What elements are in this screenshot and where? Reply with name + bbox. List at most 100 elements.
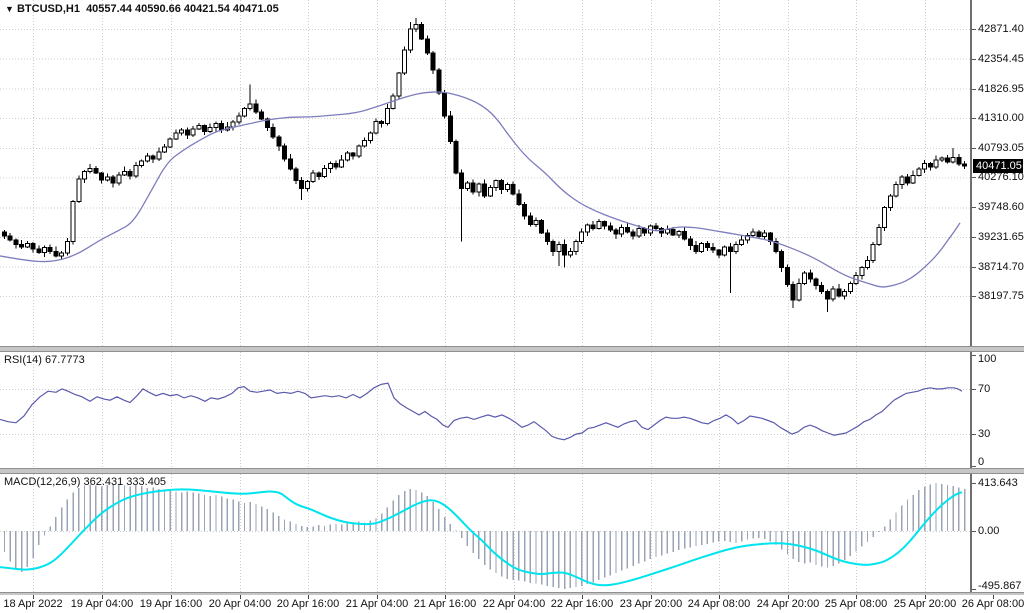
candle-body [654,226,658,228]
time-axis-label: 24 Apr 08:00 [688,598,750,610]
time-axis-label: 18 Apr 2022 [3,598,62,610]
candle-body [694,246,698,252]
candle-body [317,173,321,176]
rsi-axis-tick [972,434,976,435]
macd-axis-label: 413.643 [978,477,1018,489]
candle-body [831,289,835,299]
candle-body [163,147,167,152]
price-axis-tick [972,267,976,268]
macd-axis-tick [972,531,976,532]
candle-body [477,184,481,192]
candle-body [488,187,492,196]
time-axis-label: 19 Apr 04:00 [71,598,133,610]
candle-body [665,230,669,233]
candle-body [528,216,532,225]
candle-body [180,130,184,133]
candle-body [374,122,378,133]
time-axis-label: 20 Apr 04:00 [209,598,271,610]
candle-body [780,251,784,267]
candle-body [888,196,892,207]
candle-body [140,161,144,166]
candle-body [951,158,955,163]
candle-body [934,160,938,167]
candle-body [443,93,447,116]
candle-body [168,139,172,147]
macd-label: MACD(12,26,9) 362.431 333.405 [4,476,166,488]
time-axis-label: 21 Apr 04:00 [346,598,408,610]
candle-body [545,233,549,242]
candle-body [328,163,332,168]
price-axis-label: 38197.75 [978,290,1024,302]
candle-body [31,243,35,249]
time-axis-label: 19 Apr 16:00 [140,598,202,610]
candle-body [83,171,87,178]
time-axis-label: 20 Apr 16:00 [277,598,339,610]
price-axis[interactable]: 42871.4042354.4541826.9541310.0040793.05… [971,0,1024,346]
symbol-name: BTCUSD,H1 [17,3,80,15]
candle-body [625,227,629,232]
rsi-axis-label: 30 [978,428,990,440]
price-axis-tick [972,59,976,60]
candle-body [294,169,298,180]
candle-body [471,183,475,192]
price-axis-label: 42354.45 [978,53,1024,65]
candle-body [283,146,287,159]
candle-body [917,169,921,175]
candle-body [597,222,601,229]
candle-body [637,229,641,236]
candle-body [580,232,584,242]
symbol-dropdown-icon[interactable]: ▼ [5,4,14,14]
candle-body [803,273,807,283]
candle-body [808,273,812,279]
candle-body [117,175,121,183]
candle-body [408,29,412,50]
candle-body [305,182,309,189]
candle-body [688,239,692,246]
rsi-chart-canvas[interactable] [0,352,971,468]
macd-chart-canvas[interactable] [0,474,971,592]
price-axis-tick [972,207,976,208]
candle-body [494,181,498,188]
candle-body [963,164,967,166]
candle-body [203,126,207,132]
time-axis-label: 22 Apr 16:00 [551,598,613,610]
candle-body [568,251,572,254]
candle-body [465,183,469,189]
candle-body [894,185,898,196]
price-axis-tick [972,148,976,149]
ohlc-values: 40557.44 40590.66 40421.54 40471.05 [86,3,279,15]
candle-body [740,240,744,245]
time-axis-label: 25 Apr 08:00 [825,598,887,610]
candle-body [631,232,635,236]
candle-body [20,245,24,247]
candle-body [151,156,155,159]
rsi-axis-tick [972,355,976,356]
current-price-tag: 40471.05 [973,159,1023,173]
candle-body [260,112,264,119]
candle-body [557,245,561,252]
macd-axis[interactable]: 413.6430.00-495.867 [971,474,1024,592]
candle-body [928,163,932,166]
time-axis[interactable]: 18 Apr 2022 19 Apr 04:00 19 Apr 16:00 20 Ap… [0,595,1024,613]
candle-body [483,184,487,196]
macd-signal-line [0,489,962,585]
candle-body [614,230,618,234]
candle-body [3,232,7,236]
candle-body [460,173,464,188]
candle-body [591,225,595,228]
candle-body [563,245,567,255]
rsi-axis-tick [972,466,976,467]
candle-body [425,39,429,53]
candle-body [448,116,452,142]
candle-body [60,253,64,256]
candle-body [574,242,578,252]
candle-body [111,177,115,183]
rsi-axis[interactable]: 10070300 [971,352,1024,468]
main-chart-canvas[interactable] [0,0,971,346]
candle-body [48,247,52,251]
candle-body [957,158,961,164]
candle-body [385,109,389,124]
candle-body [191,129,195,135]
candle-body [608,226,612,230]
candle-body [791,285,795,300]
